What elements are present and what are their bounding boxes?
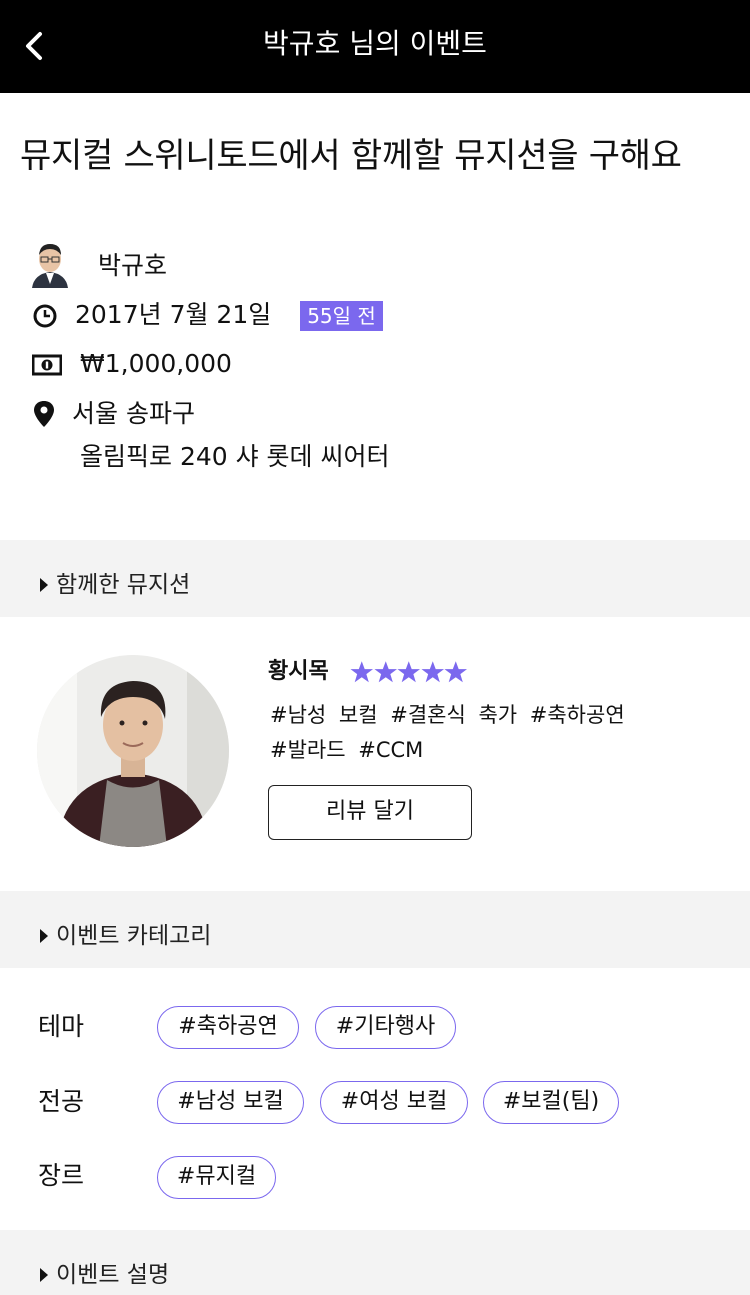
location-district: 서울 송파구 (72, 399, 195, 428)
host-avatar[interactable] (30, 240, 70, 288)
musician-name[interactable]: 황시목 (268, 657, 329, 687)
tag-chip[interactable]: #기타행사 (315, 1006, 456, 1049)
location-pin-icon (34, 401, 54, 427)
host-name: 박규호 (98, 251, 168, 280)
category-label-major: 전공 (38, 1087, 85, 1116)
musician-tags-line2: #발라드 #CCM (270, 738, 424, 762)
dday-badge: 55일 전 (300, 301, 383, 331)
caret-right-icon (40, 1268, 48, 1282)
event-title: 뮤지컬 스위니토드에서 함께할 뮤지션을 구해요 (20, 136, 682, 176)
star-icon (397, 661, 421, 683)
caret-right-icon (40, 578, 48, 592)
star-icon (373, 661, 397, 683)
star-icon (350, 661, 374, 683)
event-date: 2017년 7월 21일 (75, 300, 272, 329)
section-title-category: 이벤트 카테고리 (56, 923, 212, 949)
tag-chip[interactable]: #보컬(팀) (483, 1081, 619, 1124)
section-title-musicians: 함께한 뮤지션 (56, 572, 191, 598)
tag-chip[interactable]: #남성 보컬 (157, 1081, 304, 1124)
clock-icon (33, 304, 57, 328)
tag-chip[interactable]: #여성 보컬 (320, 1081, 468, 1124)
category-label-genre: 장르 (38, 1161, 85, 1190)
musician-tags-line1: #남성 보컬 #결혼식 축가 #축하공연 (270, 703, 625, 727)
section-header-musicians: 함께한 뮤지션 (0, 540, 750, 617)
write-review-button[interactable]: 리뷰 달기 (268, 785, 472, 840)
section-header-category: 이벤트 카테고리 (0, 891, 750, 968)
tag-chip[interactable]: #뮤지컬 (157, 1156, 276, 1199)
tag-chip[interactable]: #축하공연 (157, 1006, 299, 1049)
page-title: 박규호 님의 이벤트 (263, 27, 487, 60)
location-address: 올림픽로 240 샤 롯데 씨어터 (80, 442, 390, 471)
section-title-description: 이벤트 설명 (56, 1262, 170, 1288)
star-icon (420, 661, 444, 683)
category-label-theme: 테마 (38, 1012, 85, 1041)
caret-right-icon (40, 929, 48, 943)
rating-stars (350, 659, 468, 685)
star-icon (444, 661, 468, 683)
musician-photo[interactable] (37, 655, 229, 847)
event-price: ₩1,000,000 (80, 349, 232, 378)
top-bar: 박규호 님의 이벤트 (0, 0, 750, 93)
section-header-description: 이벤트 설명 (0, 1230, 750, 1295)
money-icon (32, 354, 62, 376)
